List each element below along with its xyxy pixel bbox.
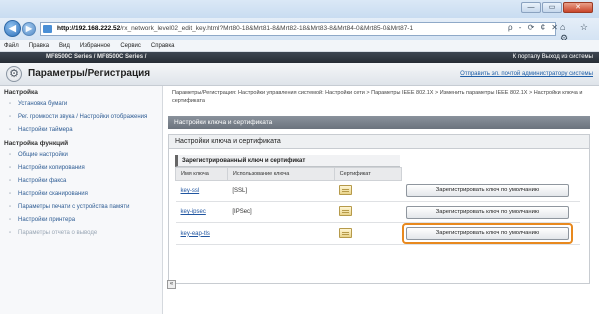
forward-arrow-icon[interactable]: ▶	[22, 22, 36, 36]
menu-bar: Файл Правка Вид Избранное Сервис Справка	[0, 40, 599, 52]
sidebar-item-volume-display[interactable]: Рег. громкости звука / Настройки отображ…	[0, 111, 162, 124]
key-cert-panel: Настройки ключа и сертификата Зарегистри…	[168, 134, 590, 284]
table-caption: Зарегистрированный ключ и сертификат	[175, 155, 400, 167]
certificate-icon[interactable]	[339, 206, 353, 216]
page-header: ⚙ Параметры/Регистрация Отправить эл. по…	[0, 63, 599, 86]
sidebar-item-scan[interactable]: Настройки сканирования	[0, 188, 162, 201]
key-link[interactable]: key-ipsec	[181, 209, 206, 215]
highlight-frame: Зарегистрировать ключ по умолчанию	[402, 223, 573, 244]
sidebar-item-general[interactable]: Общие настройки	[0, 149, 162, 162]
main-content: Параметры/Регистрация: Настройки управле…	[163, 86, 599, 314]
page-title: Параметры/Регистрация	[28, 68, 151, 79]
back-to-top-icon[interactable]: «	[167, 280, 176, 289]
panel-title: Настройки ключа и сертификата	[169, 135, 589, 149]
menu-view[interactable]: Вид	[59, 40, 70, 51]
url-path: /rx_network_level02_edit_key.html?Mrt80-…	[120, 25, 414, 32]
url-host: http://192.168.222.52	[57, 25, 121, 32]
portal-logout-links[interactable]: К порталу Выход из системы	[513, 52, 593, 63]
table-row: key-ssl [SSL] Зарегистрировать ключ по у…	[175, 180, 580, 202]
key-table: Имя ключа Использование ключа Сертификат…	[175, 167, 580, 245]
col-key-name: Имя ключа	[175, 167, 228, 181]
sidebar-heading-functions: Настройка функций	[4, 140, 69, 147]
sidebar-item-printer[interactable]: Настройки принтера	[0, 214, 162, 227]
site-favicon-icon	[43, 25, 52, 33]
key-usage: [IPSec]	[227, 201, 335, 223]
key-table-wrapper: Зарегистрированный ключ и сертификат Имя…	[175, 155, 580, 245]
col-key-usage: Использование ключа	[226, 167, 335, 181]
minimize-button[interactable]: —	[521, 2, 541, 13]
device-name: MF8500C Series / MF8500C Series /	[46, 54, 147, 60]
register-default-key-button[interactable]: Зарегистрировать ключ по умолчанию	[406, 205, 569, 219]
register-default-key-button-highlighted[interactable]: Зарегистрировать ключ по умолчанию	[406, 227, 569, 240]
address-toolbar: ◀ ▶ http://192.168.222.52/rx_network_lev…	[0, 18, 599, 43]
menu-file[interactable]: Файл	[4, 40, 19, 51]
sidebar-item-timer[interactable]: Настройки таймера	[0, 124, 162, 137]
sidebar-item-memory-print[interactable]: Параметры печати с устройства памяти	[0, 201, 162, 214]
sidebar-item-output-report[interactable]: Параметры отчета о выводе	[0, 227, 162, 240]
breadcrumb: Параметры/Регистрация: Настройки управле…	[172, 90, 583, 104]
sidebar-item-paper[interactable]: Установка бумаги	[0, 98, 162, 111]
certificate-icon[interactable]	[339, 185, 353, 195]
table-header-row: Имя ключа Использование ключа Сертификат	[175, 167, 580, 181]
sidebar-heading-setup: Настройка	[4, 89, 38, 96]
register-default-key-button[interactable]: Зарегистрировать ключ по умолчанию	[406, 184, 569, 198]
key-link[interactable]: key-ssl	[181, 188, 200, 194]
menu-help[interactable]: Справка	[151, 40, 175, 51]
device-bar: MF8500C Series / MF8500C Series / К порт…	[0, 52, 599, 63]
table-row: key-ipsec [IPSec] Зарегистрировать ключ …	[175, 201, 580, 223]
key-usage: [SSL]	[227, 180, 335, 202]
back-arrow-icon[interactable]: ◀	[4, 20, 21, 37]
url-tools-icons[interactable]: ρ - ⟳ ¢ ✕	[508, 23, 560, 32]
menu-edit[interactable]: Правка	[29, 40, 49, 51]
certificate-icon[interactable]	[339, 227, 353, 238]
sidebar-item-fax[interactable]: Настройки факса	[0, 175, 162, 188]
menu-favorites[interactable]: Избранное	[80, 40, 110, 51]
window-titlebar: — ▭ ✕	[0, 0, 599, 18]
col-certificate: Сертификат	[333, 167, 402, 181]
col-actions	[401, 167, 580, 181]
maximize-button[interactable]: ▭	[542, 2, 562, 13]
mail-admin-link[interactable]: Отправить эл. почтой администратору сист…	[460, 71, 593, 77]
address-input[interactable]: http://192.168.222.52/rx_network_level02…	[40, 22, 556, 36]
menu-tools[interactable]: Сервис	[120, 40, 141, 51]
window-controls: — ▭ ✕	[521, 2, 593, 13]
table-row: key-eap-tls Зарегистрировать ключ по умо…	[175, 222, 580, 245]
section-title-bar: Настройки ключа и сертификата	[168, 116, 590, 129]
close-window-button[interactable]: ✕	[563, 2, 593, 13]
sidebar: Настройка Установка бумаги Рег. громкост…	[0, 86, 163, 314]
sidebar-item-copy[interactable]: Настройки копирования	[0, 162, 162, 175]
gear-icon: ⚙	[6, 66, 22, 82]
key-usage	[227, 222, 335, 245]
key-link[interactable]: key-eap-tls	[181, 231, 210, 237]
